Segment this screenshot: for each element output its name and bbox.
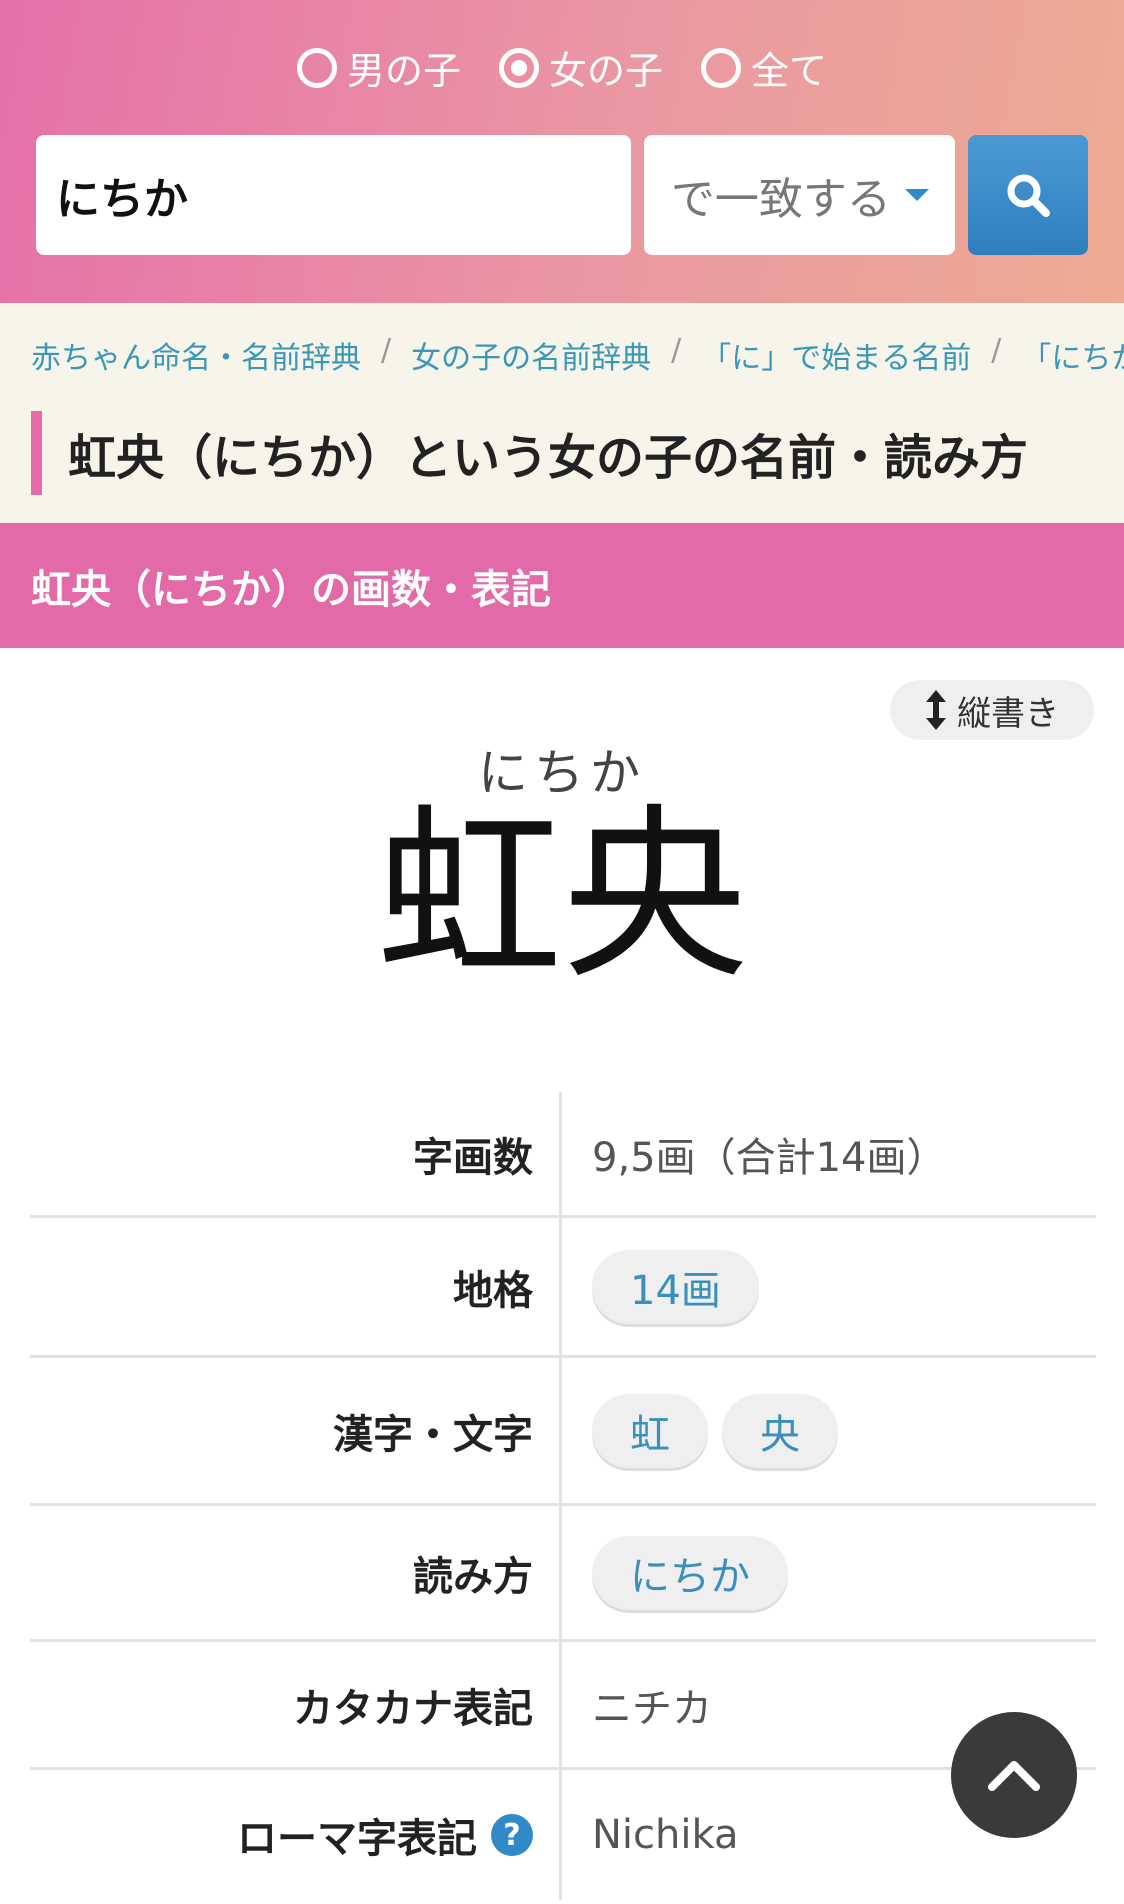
breadcrumb-link-initial[interactable]: 「に」で始まる名前: [701, 333, 971, 377]
search-row: にちか で一致する: [36, 135, 1088, 255]
table-row: 地格 14画: [30, 1218, 1096, 1358]
stroke-label: 字画数: [30, 1092, 562, 1215]
breadcrumb-link-reading[interactable]: 「にちか」: [1021, 333, 1124, 377]
table-row: 読み方 にちか: [30, 1506, 1096, 1642]
gender-label-boy: 男の子: [346, 49, 461, 93]
kanji-label: 漢字・文字: [30, 1358, 562, 1503]
gender-label-girl: 女の子: [548, 49, 663, 93]
table-row: ローマ字表記 ? Nichika: [30, 1770, 1096, 1900]
help-icon[interactable]: ?: [491, 1814, 533, 1856]
breadcrumb: 赤ちゃん命名・名前辞典 / 女の子の名前辞典 / 「に」で始まる名前 / 「にち…: [31, 333, 1124, 377]
gender-filter: 男の子 女の子 全て: [0, 40, 1124, 95]
gender-option-girl[interactable]: 女の子: [498, 40, 663, 95]
name-info-table: 字画数 9,5画（合計14画） 地格 14画 漢字・文字 虹 央 読み方 にちか…: [30, 1092, 1096, 1900]
match-mode-label: で一致する: [670, 174, 891, 225]
caret-down-icon: [904, 189, 929, 201]
kanji-link-1[interactable]: 虹: [592, 1393, 708, 1468]
scroll-to-top-button[interactable]: [951, 1712, 1077, 1838]
chikaku-label: 地格: [30, 1218, 562, 1355]
gender-option-all[interactable]: 全て: [701, 40, 827, 95]
reading-link[interactable]: にちか: [592, 1535, 788, 1610]
breadcrumb-link-home[interactable]: 赤ちゃん命名・名前辞典: [31, 333, 361, 377]
vertical-arrows-icon: [926, 690, 946, 730]
name-kanji: 虹央: [375, 787, 748, 1004]
breadcrumb-area: 赤ちゃん命名・名前辞典 / 女の子の名前辞典 / 「に」で始まる名前 / 「にち…: [0, 303, 1124, 523]
kanji-cell: 虹 央: [562, 1358, 1096, 1503]
radio-girl[interactable]: [498, 47, 539, 88]
breadcrumb-link-girl[interactable]: 女の子の名前辞典: [411, 333, 651, 377]
page-title: 虹央（にちか）という女の子の名前・読み方: [31, 411, 1104, 495]
breadcrumb-separator: /: [671, 333, 682, 368]
roman-label-cell: ローマ字表記 ?: [30, 1770, 562, 1900]
radio-boy[interactable]: [296, 47, 337, 88]
kanji-link-2[interactable]: 央: [722, 1393, 838, 1468]
radio-all[interactable]: [701, 47, 741, 88]
gender-label-all: 全て: [751, 49, 828, 93]
breadcrumb-separator: /: [991, 333, 1002, 368]
gender-option-boy[interactable]: 男の子: [296, 40, 461, 95]
search-button[interactable]: [968, 135, 1088, 255]
section-header: 虹央（にちか）の画数・表記: [0, 523, 1124, 648]
search-header: 男の子 女の子 全て にちか で一致する: [0, 0, 1124, 303]
name-display: 縦書き にちか 虹央: [0, 648, 1124, 1088]
chikaku-link[interactable]: 14画: [592, 1249, 759, 1324]
vertical-writing-button[interactable]: 縦書き: [890, 680, 1094, 740]
breadcrumb-separator: /: [381, 333, 392, 368]
chikaku-cell: 14画: [562, 1218, 1096, 1355]
table-row: カタカナ表記 ニチカ: [30, 1642, 1096, 1770]
match-mode-select[interactable]: で一致する: [644, 135, 956, 255]
table-row: 漢字・文字 虹 央: [30, 1358, 1096, 1506]
stroke-value: 9,5画（合計14画）: [592, 1134, 947, 1181]
reading-cell: にちか: [562, 1506, 1096, 1639]
search-input[interactable]: にちか: [36, 135, 632, 255]
vertical-writing-label: 縦書き: [957, 693, 1059, 734]
katakana-label: カタカナ表記: [30, 1642, 562, 1767]
search-icon: [1007, 174, 1051, 217]
roman-label: ローマ字表記: [237, 1816, 477, 1862]
reading-label: 読み方: [30, 1506, 562, 1639]
chevron-up-icon: [988, 1761, 1040, 1791]
table-row: 字画数 9,5画（合計14画）: [30, 1092, 1096, 1218]
